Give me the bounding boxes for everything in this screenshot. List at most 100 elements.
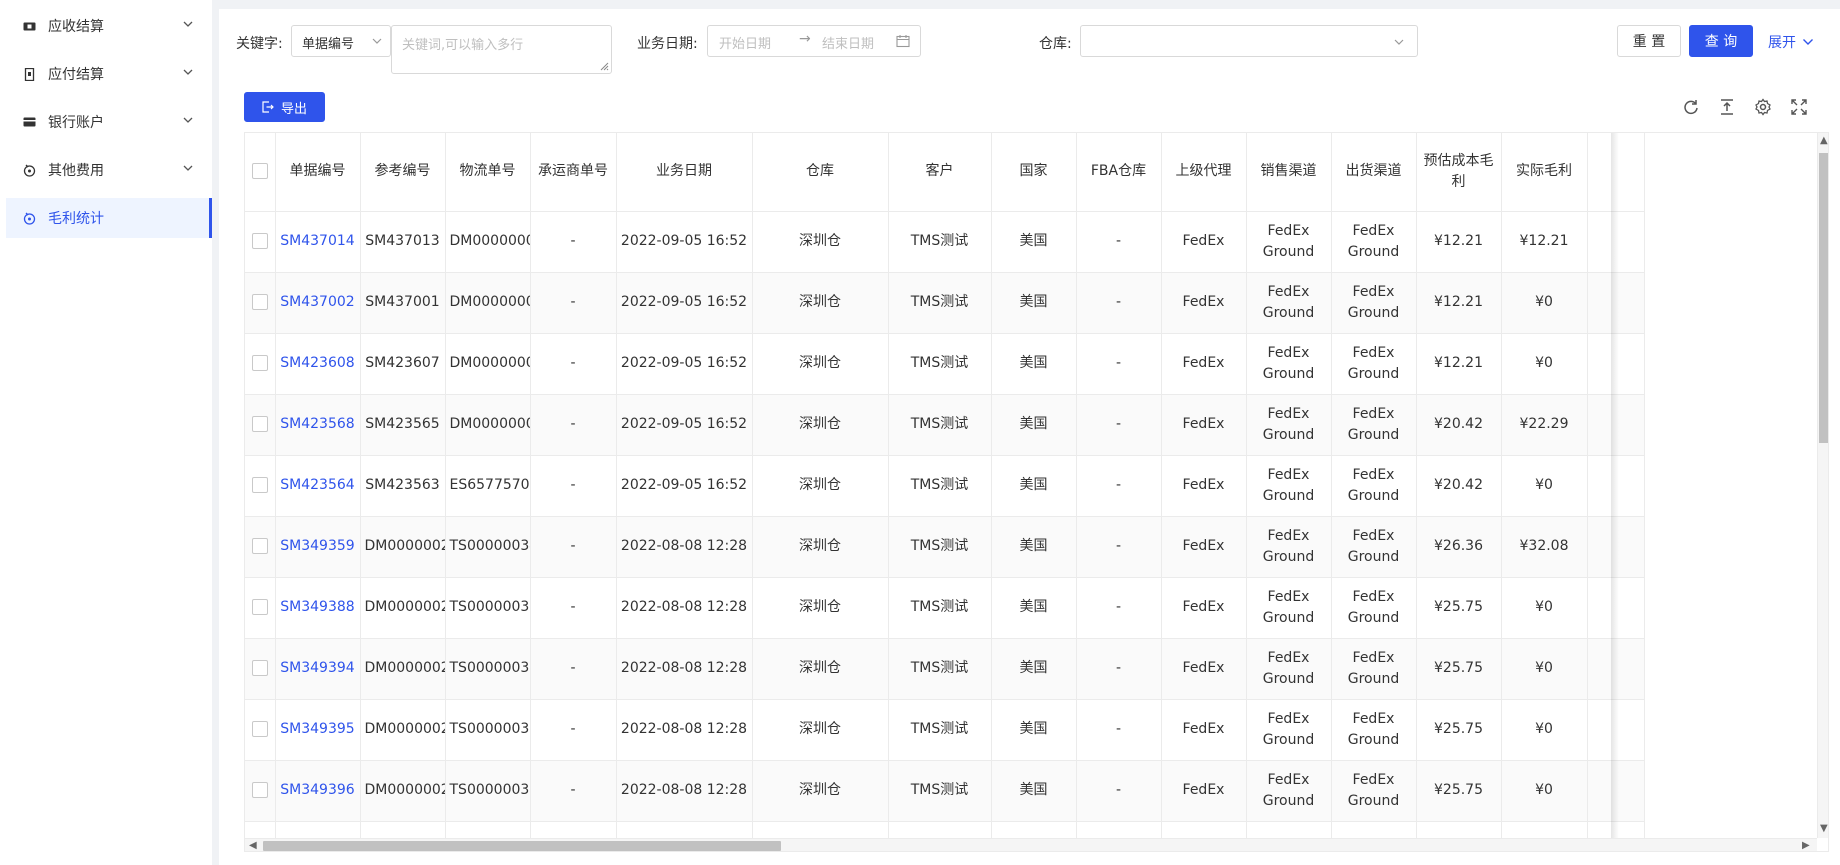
row-select-cell[interactable] — [245, 699, 276, 761]
keyword-textarea[interactable]: 关键词,可以输入多行 — [391, 25, 612, 74]
table-row[interactable]: SM349395 DM000000249CSTS0000003712022 - 202… — [245, 699, 1645, 761]
table-cell[interactable]: SM349388 — [275, 577, 361, 639]
table-cell[interactable]: SM423568 — [275, 394, 361, 456]
row-checkbox[interactable] — [251, 599, 268, 615]
order-number-link[interactable]: SM423568 — [280, 416, 354, 432]
table-cell[interactable]: SM349396 — [275, 760, 361, 822]
row-select-cell[interactable] — [245, 760, 276, 822]
table-row[interactable]: SM349359 DM000000283CSTS0000003452022 - 202… — [245, 516, 1645, 578]
table-row[interactable]: SM349396 DM000000221CSTS0000003852022 - 202… — [245, 760, 1645, 822]
row-select-cell[interactable] — [245, 638, 276, 700]
keyword-type-select[interactable]: 单据编号 — [291, 25, 391, 57]
table-row[interactable]: SM437002 SM437001 DM000000031CN - 2022-09-05… — [245, 272, 1645, 334]
column-header: 仓库 — [752, 133, 889, 212]
sidebar-item-profit-stats[interactable]: 毛利统计 — [6, 198, 212, 238]
scroll-down-icon[interactable]: ▼ — [1820, 823, 1828, 834]
select-all-checkbox[interactable] — [251, 163, 268, 180]
search-button[interactable]: 查 询 — [1689, 25, 1753, 57]
cell-value: FedEx — [1182, 599, 1225, 615]
row-select-cell[interactable] — [245, 272, 276, 334]
order-number-link[interactable]: SM423608 — [280, 355, 354, 371]
order-number-link[interactable]: SM349388 — [280, 599, 354, 615]
row-select-cell[interactable] — [245, 394, 276, 456]
table-row[interactable]: SM423564 SM423563 ES657757001CN - 2022-09-05… — [245, 455, 1645, 517]
table-row[interactable]: SM423568 SM423565 DM000000005CN - 2022-09-05… — [245, 394, 1645, 456]
cell-value: ¥12.21 — [1519, 233, 1569, 249]
scroll-up-icon[interactable]: ▲ — [1820, 135, 1828, 146]
sidebar-item-payable[interactable]: 应付结算 — [6, 54, 212, 94]
scroll-right-icon[interactable]: ▶ — [1802, 840, 1810, 851]
keyword-placeholder: 关键词,可以输入多行 — [402, 38, 524, 53]
table-cell[interactable]: SM349395 — [275, 699, 361, 761]
table-cell[interactable]: SM423564 — [275, 455, 361, 517]
sidebar-item-label: 应收结算 — [48, 19, 104, 35]
cell-value: SM437013 — [365, 233, 440, 249]
chevron-down-icon — [183, 117, 193, 123]
horizontal-scrollbar[interactable]: ◀ ▶ — [245, 838, 1817, 851]
column-height-icon[interactable] — [1718, 98, 1736, 116]
date-end-input[interactable]: 结束日期 — [822, 33, 874, 52]
row-select-cell[interactable] — [245, 333, 276, 395]
table-cell[interactable]: SM437014 — [275, 211, 361, 273]
cell-value: DM000000031CN — [449, 294, 530, 310]
row-checkbox[interactable] — [251, 782, 268, 798]
select-all-cell[interactable] — [245, 133, 276, 212]
table-row[interactable]: SM349388 DM000000266CSTS0000003542022 - 202… — [245, 577, 1645, 639]
order-number-link[interactable]: SM423564 — [280, 477, 354, 493]
row-checkbox[interactable] — [251, 294, 268, 310]
cell-value: 美国 — [1019, 355, 1048, 371]
row-select-cell[interactable] — [245, 577, 276, 639]
table-cell: 美国 — [991, 455, 1077, 517]
export-button[interactable]: 导出 — [244, 92, 325, 122]
settings-gear-icon[interactable] — [1754, 98, 1772, 116]
table-cell[interactable]: SM437002 — [275, 272, 361, 334]
sidebar-item-receivable[interactable]: 应收结算 — [6, 6, 212, 46]
cell-value: ¥25.75 — [1434, 782, 1483, 798]
refresh-icon[interactable] — [1682, 98, 1700, 116]
expand-button[interactable]: 展开 — [1768, 32, 1814, 52]
row-checkbox[interactable] — [251, 660, 268, 676]
row-checkbox[interactable] — [251, 721, 268, 737]
order-number-link[interactable]: SM349359 — [280, 538, 354, 554]
sidebar-item-bank[interactable]: 银行账户 — [6, 102, 212, 142]
order-number-link[interactable]: SM349395 — [280, 721, 354, 737]
table-cell: 美国 — [991, 760, 1077, 822]
row-checkbox[interactable] — [251, 233, 268, 249]
row-select-cell[interactable] — [245, 516, 276, 578]
column-header: FBA仓库 — [1076, 133, 1162, 212]
order-number-link[interactable]: SM349394 — [280, 660, 354, 676]
vertical-scrollbar[interactable]: ▲ ▼ — [1817, 133, 1828, 838]
date-start-input[interactable]: 开始日期 — [719, 33, 771, 52]
row-checkbox[interactable] — [251, 416, 268, 432]
order-number-link[interactable]: SM349396 — [280, 782, 354, 798]
row-checkbox[interactable] — [251, 538, 268, 554]
vertical-scroll-thumb[interactable] — [1819, 153, 1828, 443]
order-number-link[interactable]: SM437014 — [280, 233, 354, 249]
horizontal-scroll-thumb[interactable] — [263, 841, 781, 851]
row-checkbox[interactable] — [251, 477, 268, 493]
table-header-row: 单据编号 参考编号 物流单号 承运商单号 业务日期 仓库 客户 国家 FBA仓库… — [245, 133, 1645, 212]
fullscreen-icon[interactable] — [1790, 98, 1808, 116]
sidebar-item-other-fees[interactable]: 其他费用 — [6, 150, 212, 190]
table-cell: 2022-09-05 16:52 — [616, 272, 753, 334]
row-spacer-cell — [1587, 516, 1645, 578]
scroll-left-icon[interactable]: ◀ — [249, 840, 257, 851]
table-row[interactable]: SM437014 SM437013 DM000000059CN - 2022-09-05… — [245, 211, 1645, 273]
table-row[interactable]: SM423608 SM423607 DM000000014CN - 2022-09-05… — [245, 333, 1645, 395]
table-cell[interactable]: SM423608 — [275, 333, 361, 395]
resize-handle-icon[interactable] — [599, 61, 609, 71]
table-cell: ¥22.29 — [1501, 394, 1588, 456]
order-number-link[interactable]: SM437002 — [280, 294, 354, 310]
cell-value: 深圳仓 — [799, 782, 841, 798]
table-cell[interactable]: SM349359 — [275, 516, 361, 578]
date-range-picker[interactable]: 开始日期 → 结束日期 — [707, 25, 921, 57]
table-row[interactable]: SM349394 DM000000252CSTS0000003682022 - 202… — [245, 638, 1645, 700]
row-checkbox[interactable] — [251, 355, 268, 371]
cell-value: TMS测试 — [910, 416, 969, 432]
reset-button[interactable]: 重 置 — [1617, 25, 1681, 57]
warehouse-select[interactable] — [1080, 25, 1418, 57]
table-cell: 美国 — [991, 272, 1077, 334]
table-cell[interactable]: SM349394 — [275, 638, 361, 700]
row-select-cell[interactable] — [245, 455, 276, 517]
row-select-cell[interactable] — [245, 211, 276, 273]
